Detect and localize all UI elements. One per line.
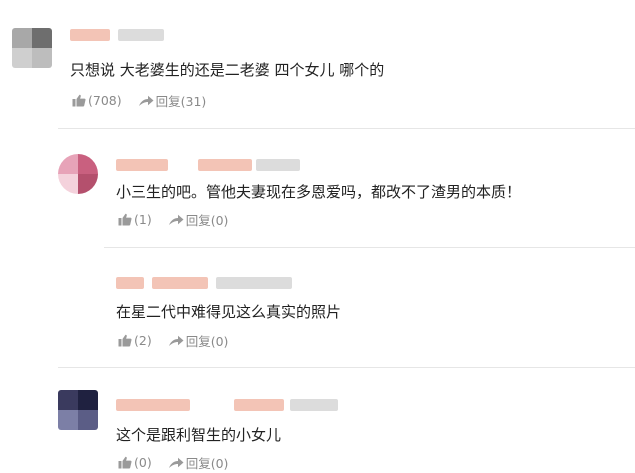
- reply-label: 回复(0): [185, 334, 229, 349]
- reply-label: 回复(31): [155, 94, 207, 109]
- thumbs-up-icon: [118, 213, 132, 226]
- username-redacted: [152, 277, 208, 289]
- comment-text: 小三生的吧。管他夫妻现在多恩爱吗，都改不了渣男的本质！: [116, 183, 522, 201]
- like-button[interactable]: (1): [118, 212, 152, 227]
- reply-button[interactable]: 回复(31): [138, 91, 207, 110]
- username-redacted: [198, 159, 252, 171]
- thumbs-up-icon: [72, 94, 86, 107]
- like-button[interactable]: (0): [118, 455, 152, 470]
- reply-arrow-icon: [168, 457, 184, 468]
- comment-actions: (708) 回复(31): [72, 91, 206, 110]
- like-count: (708): [88, 93, 122, 108]
- reply-button[interactable]: 回复(0): [168, 453, 229, 472]
- avatar[interactable]: [58, 390, 98, 430]
- thumbs-up-icon: [118, 456, 132, 469]
- reply-button[interactable]: 回复(0): [168, 210, 229, 229]
- comment-actions: (2) 回复(0): [118, 331, 228, 350]
- reply-item: 在星二代中难得见这么真实的照片 (2) 回复(0): [0, 248, 635, 368]
- like-button[interactable]: (2): [118, 333, 152, 348]
- comment-meta: [116, 398, 356, 412]
- reply-item: 小三生的吧。管他夫妻现在多恩爱吗，都改不了渣男的本质！ (1) 回复(0): [0, 128, 635, 248]
- like-count: (2): [134, 333, 152, 348]
- like-count: (1): [134, 212, 152, 227]
- timestamp-redacted: [256, 159, 300, 171]
- username-redacted: [70, 29, 110, 41]
- timestamp-redacted: [216, 277, 292, 289]
- username-redacted: [234, 399, 284, 411]
- reply-label: 回复(0): [185, 456, 229, 471]
- comment-item: 这个是跟利智生的小女儿 (0) 回复(0): [0, 368, 635, 473]
- username-redacted: [116, 399, 190, 411]
- reply-label: 回复(0): [185, 213, 229, 228]
- reply-arrow-icon: [138, 95, 154, 106]
- comment-actions: (0) 回复(0): [118, 453, 228, 472]
- comment-meta: [70, 28, 190, 42]
- timestamp-redacted: [118, 29, 164, 41]
- reply-arrow-icon: [168, 335, 184, 346]
- comment-meta: [116, 158, 316, 172]
- comment-item: 只想说 大老婆生的还是二老婆 四个女儿 哪个的 (708) 回复(31): [0, 0, 635, 128]
- avatar[interactable]: [12, 28, 52, 68]
- like-button[interactable]: (708): [72, 93, 122, 108]
- timestamp-redacted: [290, 399, 338, 411]
- reply-arrow-icon: [168, 214, 184, 225]
- thumbs-up-icon: [118, 334, 132, 347]
- comment-meta: [116, 276, 316, 290]
- like-count: (0): [134, 455, 152, 470]
- avatar[interactable]: [58, 154, 98, 194]
- username-redacted: [116, 277, 144, 289]
- comment-text: 在星二代中难得见这么真实的照片: [116, 303, 342, 321]
- comment-text: 这个是跟利智生的小女儿: [116, 426, 282, 444]
- reply-button[interactable]: 回复(0): [168, 331, 229, 350]
- comment-actions: (1) 回复(0): [118, 210, 228, 229]
- comment-text: 只想说 大老婆生的还是二老婆 四个女儿 哪个的: [70, 61, 385, 79]
- username-redacted: [116, 159, 168, 171]
